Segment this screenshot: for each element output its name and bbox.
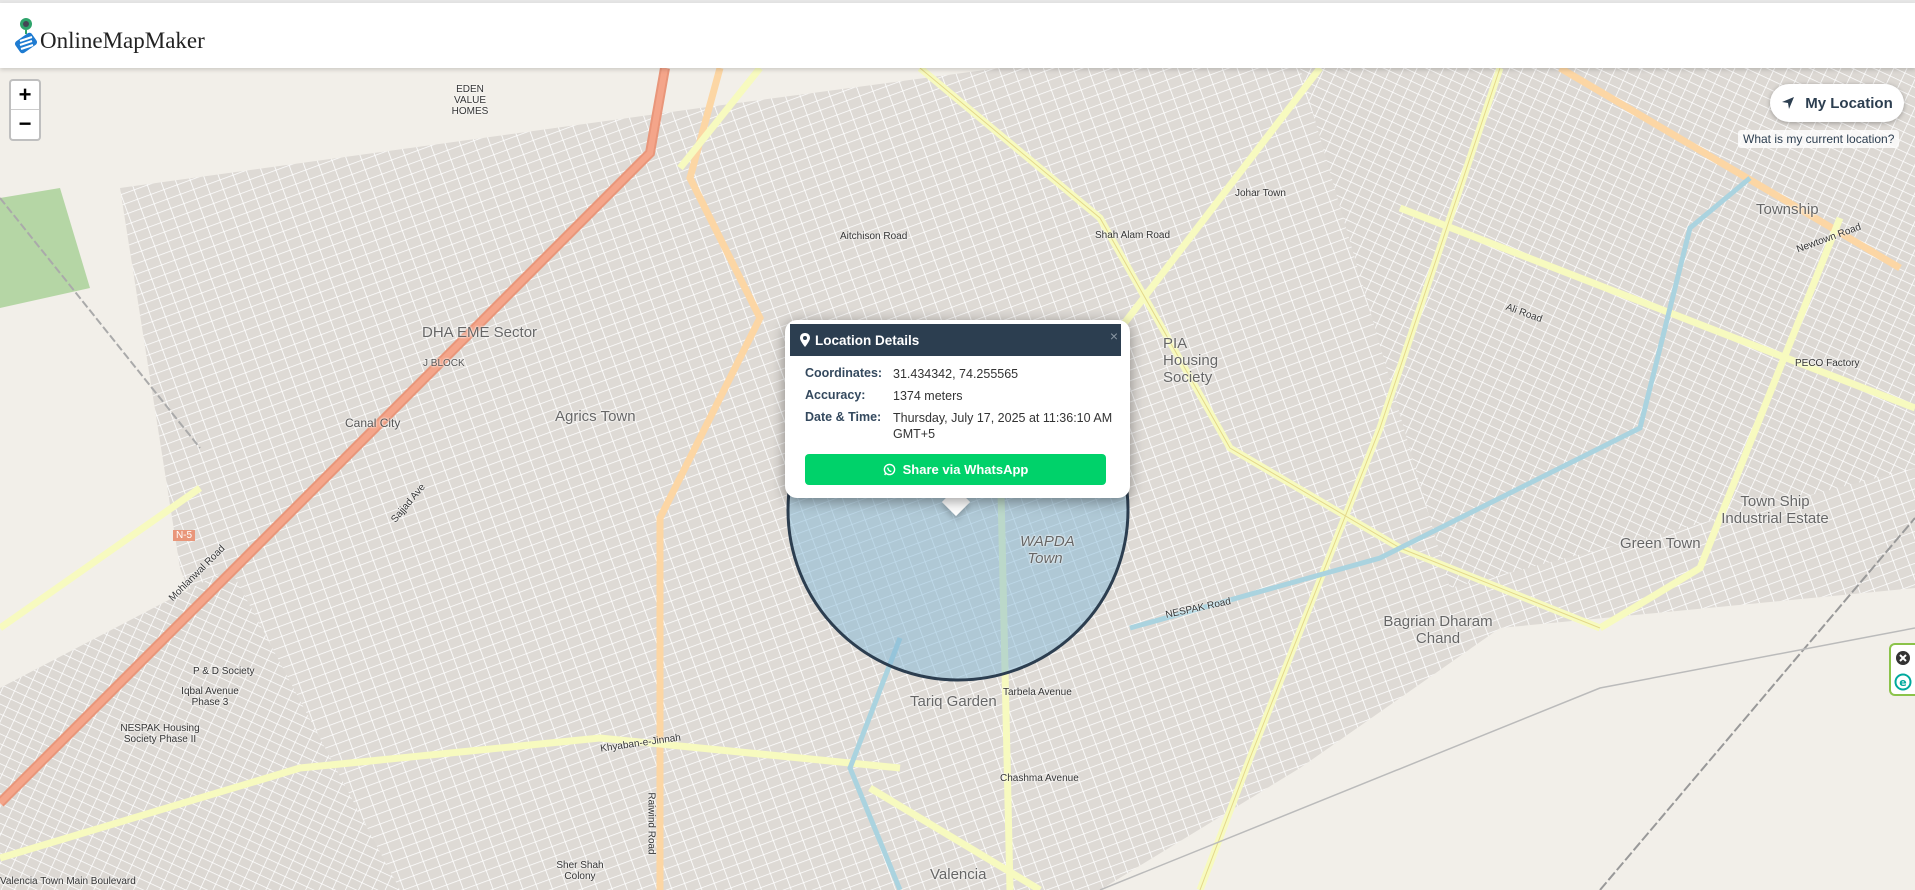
popup-title: Location Details — [815, 332, 920, 348]
whatsapp-icon — [883, 463, 895, 476]
map-label: Sher Shah Colony — [556, 860, 604, 882]
map-label: PECO Factory — [1795, 358, 1860, 369]
map-label: Iqbal Avenue Phase 3 — [181, 686, 239, 708]
map-label: Raiwind Road — [645, 792, 657, 855]
share-whatsapp-button[interactable]: Share via WhatsApp — [805, 454, 1106, 485]
map-label: Agrics Town — [555, 408, 636, 425]
map-label: Valencia — [930, 866, 987, 883]
map-label: Town Ship Industrial Estate — [1721, 493, 1829, 527]
svg-text:e: e — [1899, 676, 1906, 689]
zoom-in-button[interactable]: + — [11, 81, 39, 110]
map-pin-icon — [800, 333, 810, 347]
map-label: PIA Housing Society — [1163, 335, 1219, 386]
my-location-caption: What is my current location? — [1738, 130, 1900, 148]
map-label: NESPAK Housing Society Phase II — [120, 723, 200, 745]
map-label: Johar Town — [1235, 188, 1286, 199]
logo-text: OnlineMapMaker — [40, 28, 205, 53]
coordinates-value: 31.434342, 74.255565 — [893, 367, 1019, 381]
location-popup: Location Details × Coordinates: 31.43434… — [785, 320, 1130, 498]
accuracy-value: 1374 meters — [893, 389, 963, 403]
map-label: N-5 — [173, 530, 196, 541]
map-label: Aitchison Road — [840, 231, 908, 242]
navigation-arrow-icon — [1782, 97, 1795, 109]
map-label: Township — [1756, 201, 1819, 218]
map-label: EDEN VALUE HOMES — [451, 84, 489, 117]
popup-header: Location Details — [790, 324, 1121, 356]
datetime-label: Date & Time: — [805, 410, 882, 424]
my-location-label: My Location — [1805, 94, 1893, 112]
accuracy-row: Accuracy: 1374 meters — [805, 388, 1123, 404]
accuracy-label: Accuracy: — [805, 388, 866, 402]
map-label: J BLOCK — [423, 358, 465, 369]
close-circle-icon[interactable] — [1895, 650, 1911, 666]
header: OnlineMapMaker — [0, 3, 1915, 68]
extension-e-icon[interactable]: e — [1894, 673, 1912, 691]
close-icon[interactable]: × — [1110, 328, 1118, 344]
zoom-out-button[interactable]: − — [11, 110, 39, 139]
zoom-control: + − — [9, 79, 41, 141]
logo-icon — [14, 18, 38, 54]
coordinates-row: Coordinates: 31.434342, 74.255565 — [805, 366, 1123, 382]
map-label: Canal City — [345, 416, 401, 430]
coordinates-label: Coordinates: — [805, 366, 883, 380]
map-label: P & D Society — [193, 666, 255, 677]
map-label: Shah Alam Road — [1095, 230, 1171, 241]
map-label: Green Town — [1620, 535, 1701, 552]
map-label: DHA EME Sector — [422, 324, 538, 341]
extension-widget[interactable]: e — [1889, 643, 1915, 696]
map-label: Valencia Town Main Boulevard — [0, 876, 136, 887]
share-whatsapp-label: Share via WhatsApp — [902, 462, 1029, 477]
map-label: WAPDA Town — [1020, 533, 1075, 567]
logo[interactable]: OnlineMapMaker — [14, 17, 205, 55]
map-label: Tariq Garden — [910, 693, 997, 710]
map-label: Chashma Avenue — [1000, 773, 1079, 784]
my-location-button[interactable]: My Location — [1770, 84, 1904, 122]
map-label: Tarbela Avenue — [1003, 687, 1072, 698]
datetime-value: Thursday, July 17, 2025 at 11:36:10 AM G… — [893, 411, 1113, 441]
datetime-row: Date & Time: Thursday, July 17, 2025 at … — [805, 410, 1123, 442]
map-label: Bagrian Dharam Chand — [1383, 613, 1493, 647]
